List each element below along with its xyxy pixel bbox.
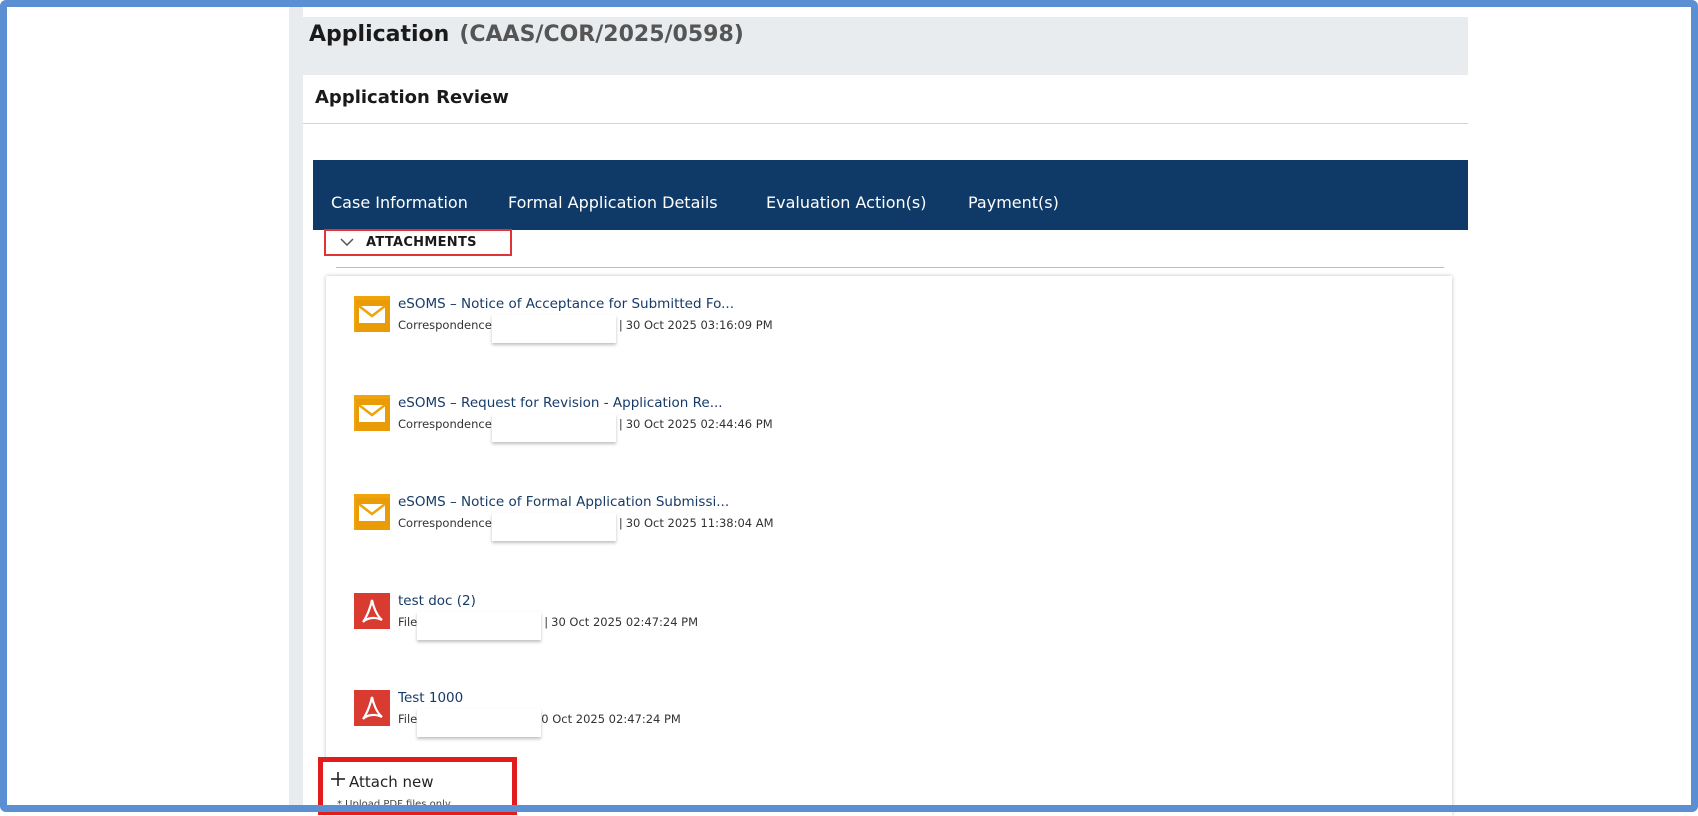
attachment-meta: File | 30 Oct 2025 02:47:24 PM (398, 612, 699, 640)
redacted-block (417, 612, 542, 640)
case-reference: (CAAS/COR/2025/0598) (459, 22, 744, 47)
attachment-type: File (398, 712, 418, 726)
redacted-block (491, 513, 616, 541)
redacted-block (417, 709, 542, 737)
attachment-meta: Correspondence | 30 Oct 2025 02:44:46 PM (398, 414, 773, 442)
redacted-block (491, 315, 616, 343)
attachment-type: Correspondence (398, 318, 492, 332)
attachment-date: 30 Oct 2025 11:38:04 AM (625, 516, 774, 530)
mail-icon (354, 395, 390, 431)
left-gutter (289, 0, 303, 812)
divider (303, 123, 1468, 124)
attachment-link[interactable]: Test 1000 (398, 690, 463, 706)
mail-icon (354, 296, 390, 332)
attachment-meta: Correspondence | 30 Oct 2025 11:38:04 AM (398, 513, 774, 541)
attachment-date: 30 Oct 2025 02:47:24 PM (551, 615, 699, 629)
attachment-meta: File 0 Oct 2025 02:47:24 PM (398, 709, 681, 737)
mail-icon (354, 494, 390, 530)
attachment-link[interactable]: eSOMS – Request for Revision - Applicati… (398, 395, 723, 411)
attachments-header-label: ATTACHMENTS (366, 235, 477, 250)
attachment-link[interactable]: eSOMS – Notice of Acceptance for Submitt… (398, 296, 734, 312)
page-title-label: Application (309, 22, 450, 47)
tab-case-information[interactable]: Case Information (331, 193, 468, 212)
attachment-type: Correspondence (398, 516, 492, 530)
attachment-date: 0 Oct 2025 02:47:24 PM (541, 712, 681, 726)
plus-icon (331, 770, 345, 791)
review-title: Application Review (315, 87, 509, 108)
pdf-icon (354, 593, 390, 629)
attachment-date: 30 Oct 2025 03:16:09 PM (625, 318, 773, 332)
attachments-toggle[interactable]: ATTACHMENTS (324, 229, 512, 256)
upload-hint: * Upload PDF files only (337, 799, 451, 810)
attachment-type: Correspondence (398, 417, 492, 431)
pdf-icon (354, 690, 390, 726)
attach-new-button[interactable]: Attach new * Upload PDF files only (318, 757, 517, 815)
attach-new-label[interactable]: Attach new (349, 773, 433, 791)
tab-formal-application-details[interactable]: Formal Application Details (508, 193, 718, 212)
tab-payments[interactable]: Payment(s) (968, 193, 1059, 212)
attachment-meta: Correspondence | 30 Oct 2025 03:16:09 PM (398, 315, 773, 343)
attachment-link[interactable]: eSOMS – Notice of Formal Application Sub… (398, 494, 729, 510)
section-divider (336, 267, 1444, 268)
attachment-type: File (398, 615, 418, 629)
tab-evaluation-actions[interactable]: Evaluation Action(s) (766, 193, 926, 212)
attachment-date: 30 Oct 2025 02:44:46 PM (625, 417, 773, 431)
chevron-down-icon (340, 235, 354, 250)
page-title: Application (CAAS/COR/2025/0598) (309, 22, 744, 47)
redacted-block (491, 414, 616, 442)
attachment-link[interactable]: test doc (2) (398, 593, 476, 609)
